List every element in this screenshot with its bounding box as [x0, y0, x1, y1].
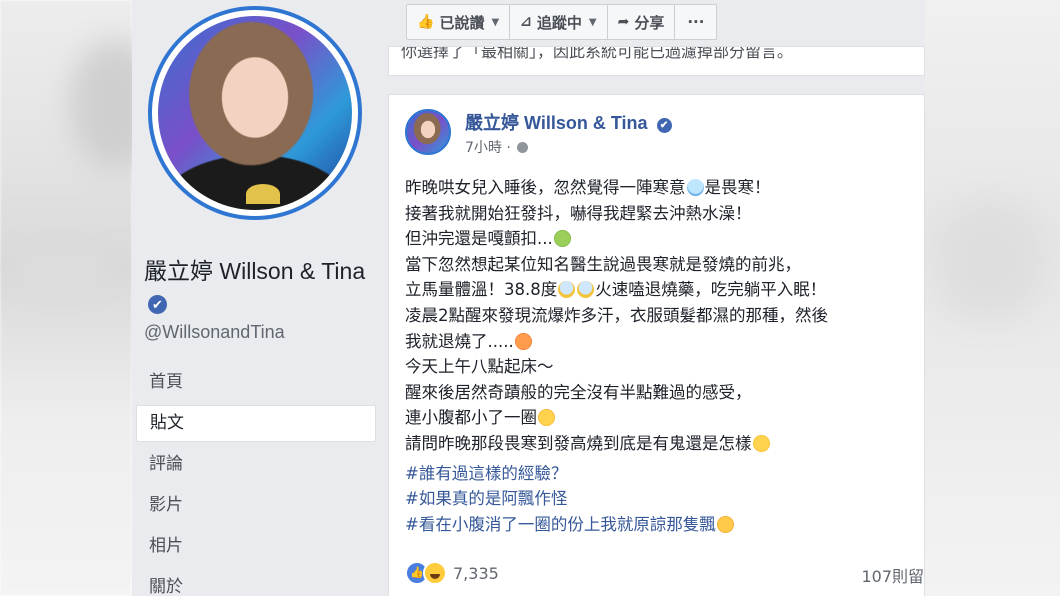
profile-picture[interactable] — [148, 6, 362, 220]
hashtag-list: #誰有過這樣的經驗？ #如果真的是阿飄作怪 #看在小腹消了一圈的份上我就原諒那隻… — [405, 461, 920, 538]
cold-face-emoji — [686, 179, 704, 196]
chevron-down-icon: ▼ — [491, 16, 500, 28]
reaction-count: 7,335 — [453, 563, 499, 583]
filter-notice: 你選擇了「最相關」，因此系統可能已過濾掉部分留言。 — [388, 46, 925, 76]
post-line: 今天上午八點起床～ — [405, 357, 554, 377]
share-label: 分享 — [634, 13, 665, 32]
nav-item-reviews[interactable]: 評論 — [136, 446, 376, 483]
post-line: 醒來後居然奇蹟般的完全沒有半點難過的感受， — [405, 382, 752, 402]
rss-icon: ⊿ — [520, 14, 532, 30]
comment-count[interactable]: 107則留 — [861, 563, 924, 587]
post-author-avatar[interactable] — [405, 109, 451, 155]
hot-face-emoji — [514, 332, 532, 350]
hashtag-link[interactable]: #看在小腹消了一圈的份上我就原諒那隻飄 — [405, 512, 920, 538]
post-line: 但沖完還是嘎顫扣... — [405, 226, 920, 252]
share-arrow-icon: ➦ — [617, 14, 630, 30]
liked-button[interactable]: 👍 已說讚 ▼ — [407, 5, 511, 39]
hashtag-link[interactable]: #如果真的是阿飄作怪 — [405, 486, 920, 512]
scream-face-emoji — [558, 281, 576, 299]
profile-column: 嚴立婷 Willson & Tina ✔ @WillsonandTina 首頁 貼… — [132, 0, 384, 596]
post-author-name: 嚴立婷 Willson & Tina — [465, 113, 648, 133]
post-line: 昨晚哄女兒入睡後，忽然覺得一陣寒意 是畏寒！ — [405, 178, 771, 197]
more-options-button[interactable]: ··· — [675, 5, 716, 39]
filter-notice-text: 你選擇了「最相關」，因此系統可能已過濾掉部分留言。 — [401, 46, 794, 61]
post-time: 7小時 · — [465, 140, 511, 156]
page-action-bar: 👍 已說讚 ▼ ⊿ 追蹤中 ▼ ➦ 分享 ··· — [406, 4, 718, 40]
hashtag-link[interactable]: #誰有過這樣的經驗？ — [405, 461, 920, 487]
post-author[interactable]: 嚴立婷 Willson & Tina ✔ — [465, 109, 672, 135]
post-line: 當下忽然想起某位知名醫生說過畏寒就是發燒的前兆， — [405, 254, 801, 274]
surprised-face-emoji — [538, 409, 555, 427]
page-name[interactable]: 嚴立婷 Willson & Tina ✔ — [144, 256, 374, 318]
blurred-backdrop-right — [925, 0, 1060, 596]
verified-badge-icon: ✔ — [148, 295, 167, 314]
nav-item-videos[interactable]: 影片 — [136, 487, 376, 524]
share-button[interactable]: ➦ 分享 — [608, 5, 676, 39]
sick-face-emoji — [553, 230, 571, 248]
post-body: 昨晚哄女兒入睡後，忽然覺得一陣寒意 是畏寒！ 接著我就開始狂發抖，嚇得我趕緊去沖熱… — [405, 175, 920, 537]
page-handle[interactable]: @WillsonandTina — [144, 322, 285, 343]
chevron-down-icon: ▼ — [588, 16, 597, 28]
blurred-backdrop-left — [0, 0, 160, 596]
profile-photo-image — [158, 16, 352, 210]
page-nav: 首頁 貼文 評論 影片 相片 關於 — [136, 364, 376, 596]
nav-item-about[interactable]: 關於 — [136, 569, 376, 596]
nav-item-home[interactable]: 首頁 — [136, 364, 376, 401]
post-line: 連小腹都小了一圈 — [405, 405, 920, 431]
post-line: 立馬量體溫！38.8度 火速嗑退燒藥，吃完躺平入眠！ — [405, 280, 827, 300]
haha-reaction-icon — [423, 561, 447, 585]
reactions-summary[interactable]: 👍 7,335 — [405, 561, 499, 585]
globe-icon — [516, 142, 528, 153]
post-line: 請問昨晚那段畏寒到發高燒到底是有鬼還是怎樣 — [405, 431, 920, 457]
nav-item-photos[interactable]: 相片 — [136, 528, 376, 565]
facebook-page: 嚴立婷 Willson & Tina ✔ @WillsonandTina 首頁 貼… — [132, 0, 925, 596]
scream-face-emoji — [577, 281, 595, 299]
thumbs-up-icon: 👍 — [417, 14, 435, 30]
yum-face-emoji — [716, 515, 734, 533]
liked-label: 已說讚 — [439, 13, 485, 32]
more-label: ··· — [687, 13, 705, 31]
page-name-text: 嚴立婷 Willson & Tina — [144, 258, 366, 284]
post-line: 凌晨2點醒來發現流爆炸多汗，衣服頭髮都濕的那種，然後 — [405, 305, 828, 325]
nav-item-posts[interactable]: 貼文 — [136, 405, 376, 442]
post-card: 嚴立婷 Willson & Tina ✔ 7小時 · 昨晚哄女兒入睡後，忽然覺得… — [388, 94, 925, 596]
following-label: 追蹤中 — [536, 13, 582, 32]
verified-badge-icon: ✔ — [656, 118, 672, 133]
post-line: 我就退燒了..... — [405, 329, 920, 355]
post-line: 接著我就開始狂發抖，嚇得我趕緊去沖熱水澡！ — [405, 203, 752, 223]
eye-roll-face-emoji — [752, 434, 770, 452]
following-button[interactable]: ⊿ 追蹤中 ▼ — [510, 5, 608, 39]
post-timestamp[interactable]: 7小時 · — [465, 137, 528, 157]
